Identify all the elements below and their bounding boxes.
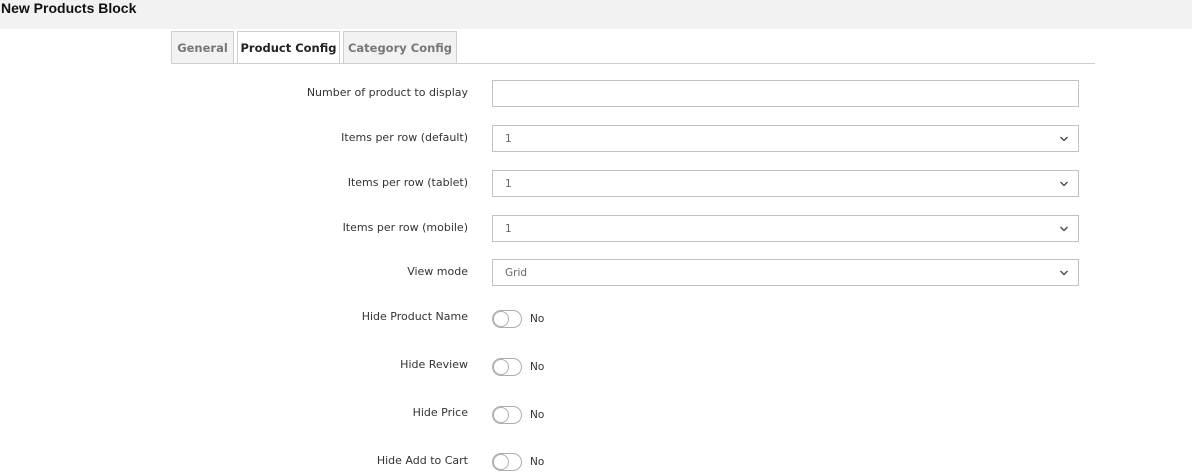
items-per-row-tablet-select[interactable]: 1 <box>492 170 1079 197</box>
items-per-row-mobile-label: Items per row (mobile) <box>342 221 468 234</box>
number-of-products-input[interactable] <box>492 80 1079 107</box>
tabs-divider <box>171 63 1095 64</box>
view-mode-value: Grid <box>505 266 528 279</box>
toggle-knob <box>493 359 509 375</box>
number-of-products-label: Number of product to display <box>306 86 468 99</box>
chevron-down-icon <box>1060 270 1068 276</box>
hide-review-state: No <box>530 361 545 373</box>
hide-price-label: Hide Price <box>412 406 468 419</box>
items-per-row-tablet-label: Items per row (tablet) <box>347 176 468 189</box>
tab-product-config[interactable]: Product Config <box>237 31 340 64</box>
hide-review-label: Hide Review <box>400 358 468 371</box>
items-per-row-default-select[interactable]: 1 <box>492 125 1079 152</box>
toggle-knob <box>493 407 509 423</box>
page-title: New Products Block <box>1 0 137 16</box>
hide-add-to-cart-label: Hide Add to Cart <box>376 454 468 467</box>
hide-product-name-state: No <box>530 313 545 325</box>
view-mode-select[interactable]: Grid <box>492 259 1079 286</box>
hide-review-toggle[interactable] <box>492 358 522 376</box>
items-per-row-mobile-value: 1 <box>505 222 512 235</box>
hide-price-toggle[interactable] <box>492 406 522 424</box>
toggle-knob <box>493 454 509 470</box>
tab-general[interactable]: General <box>171 31 234 64</box>
hide-product-name-label: Hide Product Name <box>361 310 468 323</box>
items-per-row-default-value: 1 <box>505 132 512 145</box>
chevron-down-icon <box>1060 181 1068 187</box>
view-mode-label: View mode <box>407 265 468 278</box>
toggle-knob <box>493 311 509 327</box>
chevron-down-icon <box>1060 226 1068 232</box>
page-header: New Products Block <box>0 0 1192 29</box>
items-per-row-default-label: Items per row (default) <box>341 131 468 144</box>
hide-add-to-cart-state: No <box>530 456 545 468</box>
items-per-row-tablet-value: 1 <box>505 177 512 190</box>
chevron-down-icon <box>1060 136 1068 142</box>
hide-add-to-cart-toggle[interactable] <box>492 453 522 471</box>
tab-category-config[interactable]: Category Config <box>343 31 457 64</box>
items-per-row-mobile-select[interactable]: 1 <box>492 215 1079 242</box>
hide-price-state: No <box>530 409 545 421</box>
hide-product-name-toggle[interactable] <box>492 310 522 328</box>
